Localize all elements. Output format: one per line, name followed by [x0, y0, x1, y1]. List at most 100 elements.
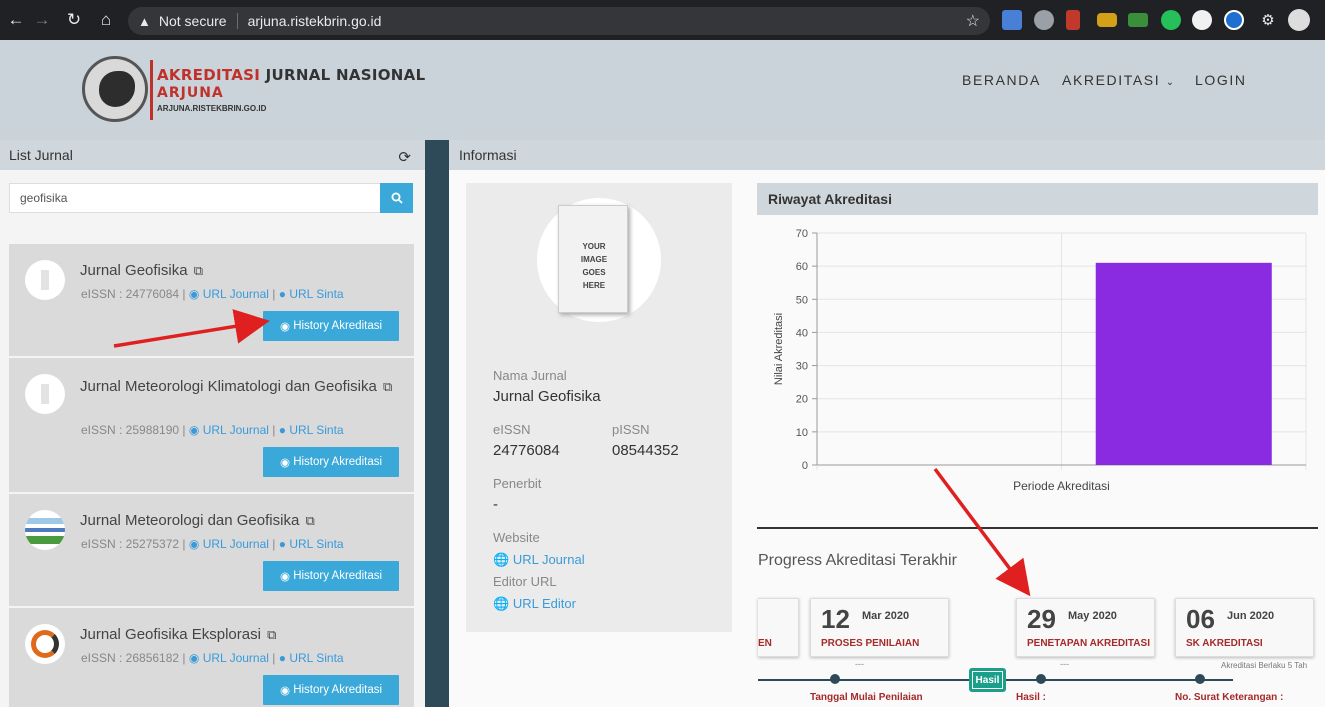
url-sinta-link[interactable]: ● URL Sinta [279, 423, 344, 437]
extension-icon[interactable] [1224, 10, 1244, 30]
extension-icon[interactable] [1097, 13, 1117, 27]
journal-title[interactable]: Jurnal Meteorologi Klimatologi dan Geofi… [80, 376, 405, 398]
logo-divider [150, 60, 153, 120]
browser-toolbar: ← → ↻ ⌂ ▲ Not secure arjuna.ristekbrin.g… [0, 0, 1325, 40]
history-akreditasi-button[interactable]: ◉ History Akreditasi [263, 561, 399, 591]
profile-avatar[interactable] [1288, 9, 1310, 31]
list-jurnal-header: List Jurnal ⟳ [0, 140, 425, 170]
y-tick-label: 60 [796, 261, 808, 273]
list-jurnal-title: List Jurnal [9, 147, 73, 163]
search-input[interactable]: geofisika [9, 183, 381, 213]
timeline-step: EN [758, 638, 772, 649]
extension-icon[interactable] [1192, 10, 1212, 30]
url-sinta-link[interactable]: ● URL Sinta [279, 287, 344, 301]
eye-icon: ◉ [279, 685, 294, 697]
timeline-card: EN [758, 598, 799, 657]
section-divider [757, 527, 1318, 529]
pissn-value: 08544352 [612, 442, 679, 459]
url-sinta-link[interactable]: ● URL Sinta [279, 651, 344, 665]
history-akreditasi-button[interactable]: ◉ History Akreditasi [263, 447, 399, 477]
journal-thumbnail [25, 510, 65, 550]
riwayat-akreditasi-header: Riwayat Akreditasi [757, 183, 1318, 215]
nav-login[interactable]: LOGIN [1195, 72, 1247, 88]
timeline-day: 06 [1186, 604, 1215, 634]
journal-thumbnail [25, 374, 65, 414]
eye-icon: ◉ [279, 457, 294, 469]
nav-beranda[interactable]: BERANDA [962, 72, 1041, 88]
history-akreditasi-button[interactable]: ◉ History Akreditasi [263, 311, 399, 341]
journal-title[interactable]: Jurnal Geofisika ⧉ [80, 262, 203, 279]
logo-subtitle: ARJUNA [157, 85, 224, 101]
globe-icon: 🌐 [493, 596, 510, 611]
y-tick-label: 40 [796, 327, 808, 339]
hasil-label: Hasil : [1016, 692, 1047, 703]
nav-akreditasi[interactable]: AKREDITASI ⌄ [1062, 72, 1176, 88]
list-jurnal-panel: List Jurnal ⟳ geofisika Jurnal Geofisika… [0, 140, 425, 707]
journal-thumbnail [25, 260, 65, 300]
forward-icon[interactable]: → [26, 0, 58, 40]
address-separator [236, 13, 238, 29]
history-akreditasi-button[interactable]: ◉ History Akreditasi [263, 675, 399, 705]
site-logo[interactable] [82, 56, 148, 122]
url-text: arjuna.ristekbrin.go.id [247, 13, 382, 29]
url-journal-link[interactable]: ◉ URL Journal [189, 537, 269, 551]
journal-title[interactable]: Jurnal Meteorologi dan Geofisika ⧉ [80, 512, 315, 529]
y-tick-label: 50 [796, 294, 808, 306]
extension-icon[interactable] [1034, 10, 1054, 30]
timeline-dot [1195, 674, 1205, 684]
site-header: AKREDITASI JURNAL NASIONAL ARJUNA ARJUNA… [0, 40, 1325, 140]
translate-extension-icon[interactable] [1002, 10, 1022, 30]
bookmark-star-icon[interactable]: ☆ [966, 11, 980, 31]
nama-jurnal-value: Jurnal Geofisika [493, 388, 601, 405]
extension-icon[interactable] [1066, 10, 1080, 30]
chevron-down-icon: ⌄ [1165, 77, 1176, 88]
chart-bar [1095, 262, 1272, 465]
search-button[interactable] [380, 183, 413, 213]
pissn-label: pISSN [612, 422, 650, 437]
hasil-badge[interactable]: Hasil [969, 668, 1006, 692]
external-link-icon[interactable]: ⧉ [267, 627, 276, 643]
security-label: Not secure [158, 13, 227, 29]
reload-icon[interactable]: ↻ [58, 0, 90, 40]
penerbit-value: - [493, 496, 498, 513]
y-tick-label: 70 [796, 228, 808, 240]
timeline-card: 29 May 2020 PENETAPAN AKREDITASI [1016, 598, 1155, 657]
journal-info-card: YOUR IMAGE GOES HERE Nama Jurnal Jurnal … [466, 183, 732, 632]
y-axis-label: Nilai Akreditasi [773, 313, 785, 385]
timeline-step: PENETAPAN AKREDITASI [1027, 638, 1150, 649]
journal-meta: eISSN : 26856182 | ◉ URL Journal | ● URL… [81, 651, 344, 665]
address-bar[interactable]: ▲ Not secure arjuna.ristekbrin.go.id ☆ [128, 7, 990, 35]
nama-jurnal-label: Nama Jurnal [493, 368, 567, 383]
url-sinta-link[interactable]: ● URL Sinta [279, 537, 344, 551]
external-link-icon[interactable]: ⧉ [194, 263, 203, 279]
puzzle-extensions-icon[interactable]: ⚙ [1252, 0, 1284, 40]
globe-icon: 🌐 [493, 552, 510, 567]
editor-link[interactable]: 🌐 URL Editor [493, 596, 576, 612]
extension-icon[interactable] [1161, 10, 1181, 30]
external-link-icon[interactable]: ⧉ [383, 376, 392, 398]
timeline-step: SK AKREDITASI [1186, 638, 1263, 649]
timeline-day: 29 [1027, 604, 1056, 634]
penerbit-label: Penerbit [493, 476, 542, 491]
eissn-value: 24776084 [493, 442, 560, 459]
external-link-icon[interactable]: ⧉ [305, 513, 314, 529]
timeline-month: Jun 2020 [1227, 610, 1275, 622]
timeline-month: Mar 2020 [862, 610, 910, 622]
url-journal-link[interactable]: ◉ URL Journal [189, 651, 269, 665]
eye-icon: ◉ [279, 571, 294, 583]
refresh-icon[interactable]: ⟳ [398, 148, 411, 166]
url-journal-link[interactable]: ◉ URL Journal [189, 287, 269, 301]
eye-icon: ◉ [279, 321, 294, 333]
journal-title[interactable]: Jurnal Geofisika Eksplorasi ⧉ [80, 626, 276, 643]
journal-meta: eISSN : 25988190 | ◉ URL Journal | ● URL… [81, 423, 344, 437]
list-item: Jurnal Meteorologi Klimatologi dan Geofi… [9, 358, 414, 493]
y-tick-label: 30 [796, 361, 808, 373]
eissn-label: eISSN [493, 422, 531, 437]
extension-icon[interactable] [1128, 13, 1148, 27]
home-icon[interactable]: ⌂ [90, 0, 122, 40]
website-link[interactable]: 🌐 URL Journal [493, 552, 585, 568]
logo-title: AKREDITASI JURNAL NASIONAL [157, 66, 426, 84]
editor-url-label: Editor URL [493, 574, 557, 589]
url-journal-link[interactable]: ◉ URL Journal [189, 423, 269, 437]
search-icon [391, 192, 403, 204]
